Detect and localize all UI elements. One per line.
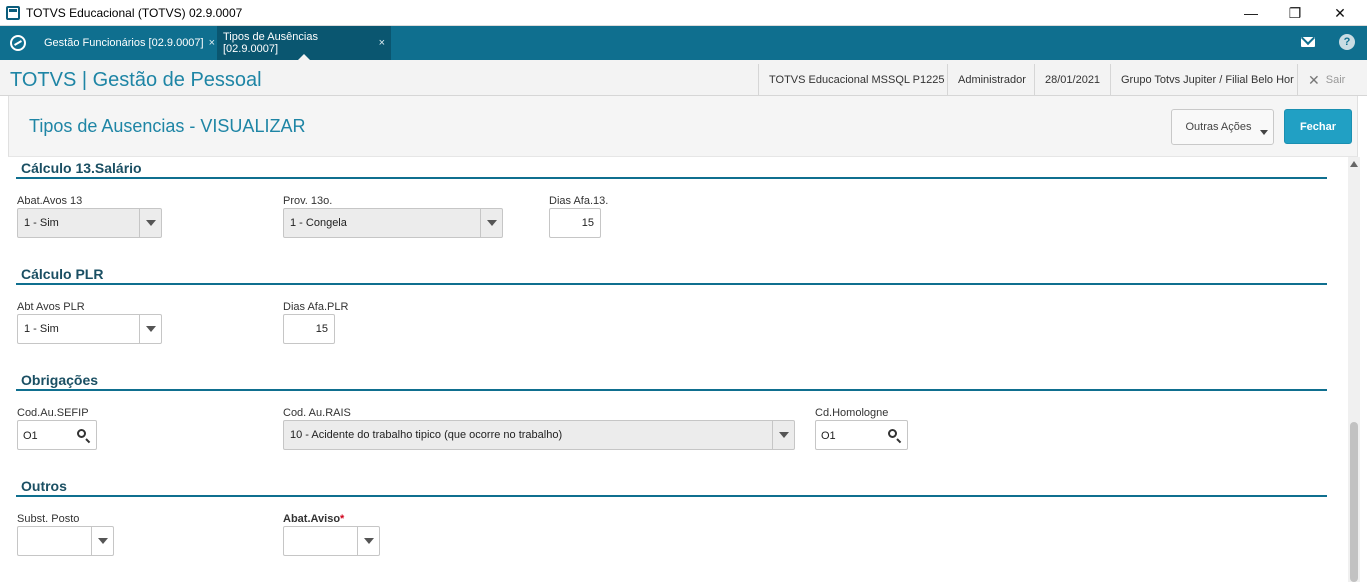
section-calculo-plr: Cálculo PLR [16, 263, 1327, 285]
tab-close-icon[interactable]: × [379, 37, 385, 49]
tab-gestao-funcionarios[interactable]: Gestão Funcionários [02.9.0007] × [38, 26, 221, 60]
tab-label: Tipos de Ausências [02.9.0007] [223, 31, 318, 55]
section-calculo-13: Cálculo 13.Salário [16, 157, 1327, 179]
cod-au-sefip-label: Cod.Au.SEFIP [17, 407, 89, 419]
select-value: 1 - Sim [24, 323, 59, 335]
lookup-value: O1 [23, 430, 38, 442]
abat-aviso-select[interactable] [283, 526, 380, 556]
user-info: Administrador [947, 64, 1036, 96]
required-marker: * [340, 513, 345, 525]
brand-title: TOTVS | Gestão de Pessoal [10, 69, 262, 91]
abat-aviso-label: Abat.Aviso* [283, 513, 344, 525]
chevron-down-icon[interactable] [357, 527, 379, 555]
cod-au-rais-select[interactable]: 10 - Acidente do trabalho tipico (que oc… [283, 420, 795, 450]
section-title: Cálculo 13.Salário [21, 160, 142, 176]
page-header: Tipos de Ausencias - VISUALIZAR Outras A… [8, 96, 1358, 157]
caret-down-icon [1260, 130, 1268, 135]
tab-tipos-de-ausencias[interactable]: Tipos de Ausências [02.9.0007] × [217, 26, 391, 60]
abat-aviso-label-text: Abat.Aviso [283, 513, 341, 525]
subst-posto-select[interactable] [17, 526, 114, 556]
chevron-down-icon[interactable] [139, 315, 161, 343]
exit-label: Sair [1325, 74, 1346, 86]
window-title: TOTVS Educacional (TOTVS) 02.9.0007 [26, 5, 243, 20]
chevron-down-icon[interactable] [772, 421, 794, 449]
cd-homologne-input[interactable]: O1 [815, 420, 908, 450]
select-value: 1 - Congela [290, 217, 347, 229]
home-button[interactable] [0, 26, 36, 60]
tab-bar: Gestão Funcionários [02.9.0007] × Tipos … [0, 26, 1367, 60]
minimize-button[interactable]: — [1228, 0, 1274, 26]
close-window-button[interactable]: ✕ [1317, 0, 1363, 26]
chevron-down-icon[interactable] [139, 209, 161, 237]
database-info: TOTVS Educacional MSSQL P1225 [758, 64, 954, 96]
search-icon[interactable] [888, 429, 897, 438]
prov-13-select[interactable]: 1 - Congela [283, 208, 503, 238]
abat-avos-13-select[interactable]: 1 - Sim [17, 208, 162, 238]
select-value: 1 - Sim [24, 217, 59, 229]
brand-bar: TOTVS | Gestão de Pessoal TOTVS Educacio… [0, 60, 1367, 96]
section-outros: Outros [16, 475, 1327, 497]
section-obrigacoes: Obrigações [16, 369, 1327, 391]
dias-afa-plr-input[interactable]: 15 [283, 314, 335, 344]
date-info: 28/01/2021 [1034, 64, 1110, 96]
mail-icon[interactable] [1301, 37, 1315, 47]
page-title: Tipos de Ausencias - VISUALIZAR [29, 116, 306, 136]
prov-13-label: Prov. 13o. [283, 195, 333, 207]
cd-homologne-label: Cd.Homologne [815, 407, 889, 419]
scroll-up-icon[interactable] [1350, 161, 1358, 167]
form-content: Cálculo 13.Salário Abat.Avos 13 1 - Sim … [8, 157, 1346, 582]
help-icon[interactable]: ? [1339, 34, 1355, 50]
subst-posto-label: Subst. Posto [17, 513, 80, 525]
dias-afa-13-input[interactable]: 15 [549, 208, 601, 238]
dias-afa-13-label: Dias Afa.13. [549, 195, 609, 207]
close-icon: ✕ [1308, 71, 1320, 88]
other-actions-button[interactable]: Outras Ações [1171, 109, 1274, 145]
window-titlebar: TOTVS Educacional (TOTVS) 02.9.0007 — ❐ … [0, 0, 1367, 26]
cod-au-rais-label: Cod. Au.RAIS [283, 407, 351, 419]
tab-label: Gestão Funcionários [02.9.0007] [44, 37, 204, 49]
scrollbar-thumb[interactable] [1350, 422, 1358, 582]
abat-avos-13-label: Abat.Avos 13 [17, 195, 83, 207]
vertical-scrollbar[interactable] [1348, 157, 1360, 582]
abt-avos-plr-select[interactable]: 1 - Sim [17, 314, 162, 344]
restore-button[interactable]: ❐ [1272, 0, 1318, 26]
abt-avos-plr-label: Abt Avos PLR [17, 301, 85, 313]
lookup-value: O1 [821, 430, 836, 442]
tab-close-icon[interactable]: × [209, 37, 215, 49]
exit-button[interactable]: ✕ Sair [1297, 64, 1355, 96]
section-title: Obrigações [21, 372, 99, 388]
select-value: 10 - Acidente do trabalho tipico (que oc… [290, 429, 563, 441]
dias-afa-plr-label: Dias Afa.PLR [283, 301, 349, 313]
section-title: Outros [21, 478, 67, 494]
cod-au-sefip-input[interactable]: O1 [17, 420, 97, 450]
other-actions-label: Outras Ações [1185, 121, 1252, 133]
chevron-down-icon[interactable] [480, 209, 502, 237]
close-button[interactable]: Fechar [1284, 109, 1352, 144]
chevron-down-icon[interactable] [91, 527, 113, 555]
app-window-icon [6, 5, 20, 20]
section-title: Cálculo PLR [21, 266, 104, 282]
company-info: Grupo Totvs Jupiter / Filial Belo Hor [1110, 64, 1304, 96]
totvs-logo-icon [10, 35, 26, 51]
search-icon[interactable] [77, 429, 86, 438]
